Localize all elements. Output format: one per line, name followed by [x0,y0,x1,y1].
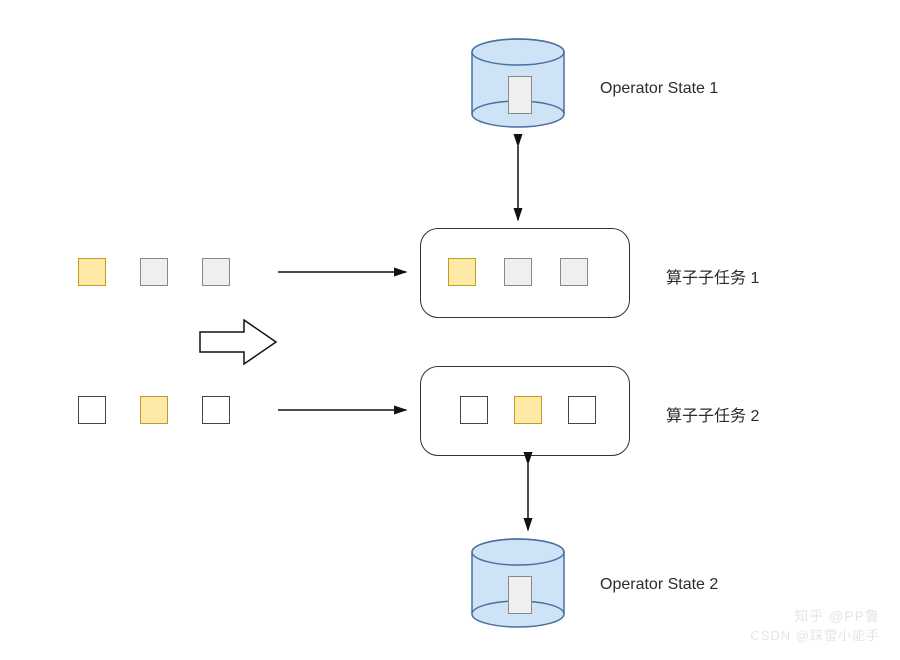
top-stream-item-1 [78,258,106,286]
top-stream-item-2 [140,258,168,286]
bottom-stream-item-2 [140,396,168,424]
db-item-icon [508,576,532,614]
operator-state-2-label: Operator State 2 [600,576,718,594]
operator-state-1-label: Operator State 1 [600,80,718,98]
subtask-1-item-3 [560,258,588,286]
db-item-icon [508,76,532,114]
subtask-2-item-2 [514,396,542,424]
diagram-canvas: Operator State 1 算子子任务 1 算子子任务 2 Operato… [0,0,900,660]
top-stream-item-3 [202,258,230,286]
bottom-stream-item-3 [202,396,230,424]
operator-state-1-db-icon [468,38,568,128]
subtask-2-item-3 [568,396,596,424]
subtask-2-label: 算子子任务 2 [666,402,759,426]
watermark-csdn: CSDN @踩雷小能手 [750,625,880,644]
subtask-1-label: 算子子任务 1 [666,264,759,288]
subtask-1-item-2 [504,258,532,286]
bottom-stream-item-1 [78,396,106,424]
subtask-2-item-1 [460,396,488,424]
arrows-overlay [0,0,900,660]
big-arrow-icon [200,320,276,364]
operator-state-2-db-icon [468,538,568,628]
watermark-zhihu: 知乎 @PP鲁 [794,606,880,626]
subtask-1-item-1 [448,258,476,286]
